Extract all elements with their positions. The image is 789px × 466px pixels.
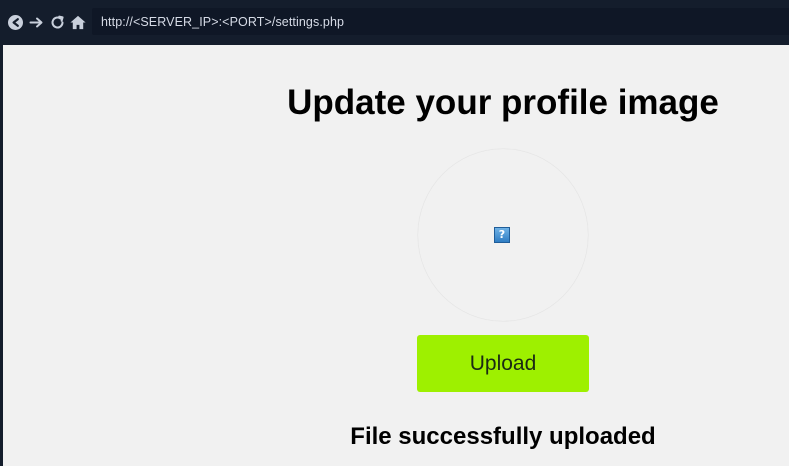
- status-wrap: File successfully uploaded: [253, 423, 753, 451]
- nav-buttons: [0, 0, 87, 45]
- upload-button[interactable]: Upload: [417, 335, 589, 392]
- upload-status-message: File successfully uploaded: [350, 423, 656, 450]
- back-arrow-icon[interactable]: [6, 14, 24, 32]
- forward-arrow-icon[interactable]: [27, 14, 45, 32]
- broken-image-icon: ?: [494, 227, 510, 243]
- page-viewport: Update your profile image ? Upload File …: [3, 45, 789, 466]
- profile-avatar: ?: [418, 149, 588, 321]
- address-bar-url: http://<SERVER_IP>:<PORT>/settings.php: [101, 14, 345, 29]
- home-icon[interactable]: [69, 14, 87, 32]
- page-title-wrap: Update your profile image: [253, 83, 753, 123]
- reload-icon[interactable]: [48, 14, 66, 32]
- address-bar[interactable]: http://<SERVER_IP>:<PORT>/settings.php: [92, 8, 789, 35]
- page-title: Update your profile image: [287, 83, 719, 122]
- browser-toolbar: http://<SERVER_IP>:<PORT>/settings.php: [0, 0, 789, 45]
- browser-window: http://<SERVER_IP>:<PORT>/settings.php U…: [0, 0, 789, 466]
